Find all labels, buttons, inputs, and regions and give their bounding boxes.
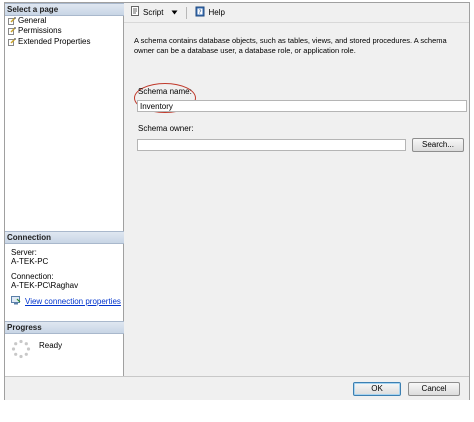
schema-owner-input[interactable]	[137, 139, 406, 151]
view-connection-row: View connection properties	[11, 296, 121, 307]
toolbar: Script ? Help	[124, 3, 469, 23]
connection-header: Connection	[5, 231, 125, 244]
server-value: A-TEK-PC	[11, 257, 49, 266]
connection-label: Connection:	[11, 272, 54, 281]
cancel-button[interactable]: Cancel	[408, 382, 460, 396]
wrench-page-icon	[8, 38, 16, 46]
schema-owner-label: Schema owner:	[138, 124, 194, 133]
select-page-header: Select a page	[5, 3, 125, 16]
script-icon	[130, 6, 141, 19]
page-item-general[interactable]: General	[8, 16, 46, 26]
schema-new-dialog: Select a page General Permissions Extend…	[4, 2, 470, 400]
server-label: Server:	[11, 248, 37, 257]
progress-row: Ready	[11, 339, 62, 361]
progress-spinner-icon	[11, 339, 31, 361]
view-connection-properties-link[interactable]: View connection properties	[25, 297, 121, 306]
chevron-down-icon	[171, 8, 178, 17]
progress-header: Progress	[5, 321, 125, 334]
svg-text:?: ?	[199, 9, 202, 16]
schema-name-input[interactable]	[137, 100, 467, 112]
toolbar-separator	[186, 6, 188, 19]
page-item-extended-properties[interactable]: Extended Properties	[8, 37, 91, 47]
page-item-permissions[interactable]: Permissions	[8, 26, 62, 36]
schema-description: A schema contains database objects, such…	[134, 36, 447, 55]
script-button[interactable]: Script	[128, 5, 165, 20]
wrench-page-icon	[8, 17, 16, 25]
connection-value: A-TEK-PC\Raghav	[11, 281, 79, 290]
progress-status: Ready	[39, 341, 63, 350]
script-label: Script	[143, 8, 164, 17]
connection-properties-icon	[11, 296, 21, 307]
help-label: Help	[208, 8, 225, 17]
wrench-page-icon	[8, 27, 16, 35]
page-item-label: General	[18, 16, 47, 25]
page-item-label: Permissions	[18, 26, 62, 35]
left-pane: Select a page General Permissions Extend…	[5, 3, 125, 376]
ok-button[interactable]: OK	[353, 382, 401, 396]
search-button[interactable]: Search...	[412, 138, 464, 152]
schema-name-label: Schema name:	[138, 87, 192, 96]
right-pane: Script ? Help A schema contains database…	[124, 3, 469, 376]
page-item-label: Extended Properties	[18, 37, 91, 46]
script-dropdown-button[interactable]	[169, 7, 180, 18]
help-button[interactable]: ? Help	[193, 5, 226, 20]
dialog-footer: OK Cancel	[5, 376, 469, 400]
help-book-icon: ?	[195, 6, 206, 19]
